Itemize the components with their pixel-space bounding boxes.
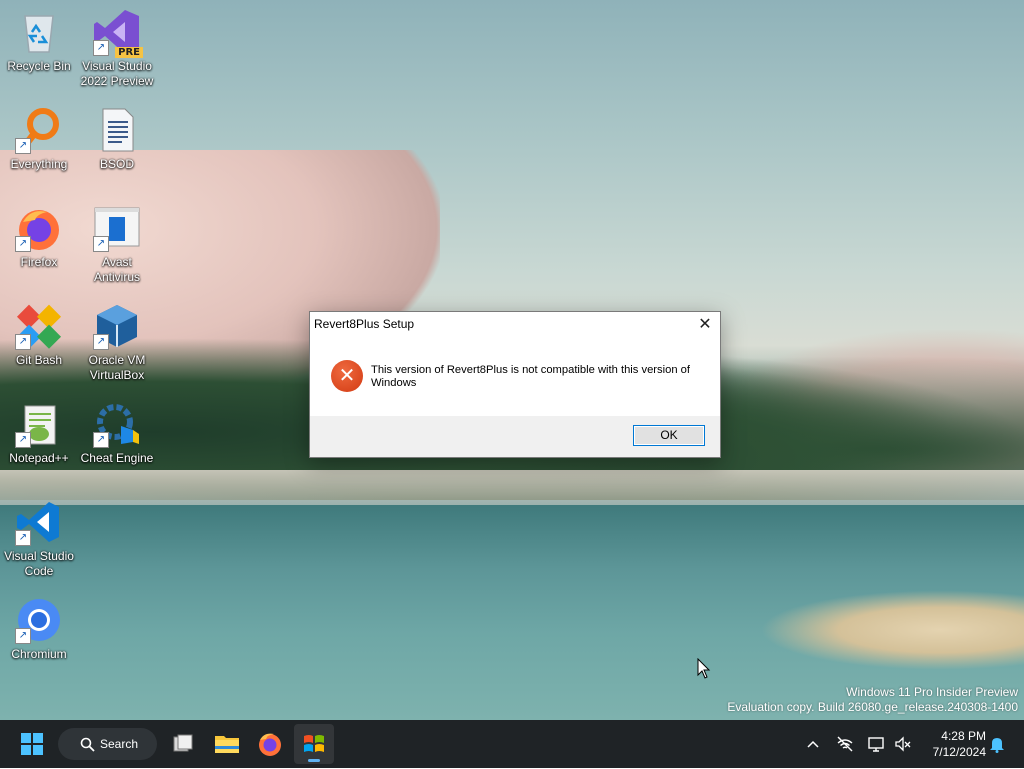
shortcut-arrow-icon: ↗	[15, 530, 31, 546]
recycle-bin-icon	[15, 8, 63, 56]
firefox-icon: ↗	[15, 204, 63, 252]
desktop-icon-visual-studio-code[interactable]: ↗ Visual Studio Code	[0, 498, 78, 579]
desktop-icon-label: Avast Antivirus	[93, 255, 140, 284]
desktop-icon-firefox[interactable]: ↗ Firefox	[0, 204, 78, 270]
shortcut-arrow-icon: ↗	[93, 432, 109, 448]
avast-icon: ↗	[93, 204, 141, 252]
desktop-icon-label: BSOD	[99, 157, 134, 171]
desktop-icon-bsod[interactable]: BSOD	[78, 106, 156, 172]
taskbar-search-box[interactable]: Search	[58, 728, 157, 760]
dialog-footer: OK	[310, 416, 720, 457]
speaker-muted-icon[interactable]	[893, 734, 913, 754]
active-app-indicator	[308, 759, 320, 762]
desktop-icon-visual-studio-2022-preview[interactable]: PRE ↗ Visual Studio 2022 Preview	[78, 8, 156, 89]
desktop-icon-label: Git Bash	[15, 353, 63, 367]
network-off-icon[interactable]	[835, 734, 855, 754]
desktop-icon-avast-antivirus[interactable]: ↗ Avast Antivirus	[78, 204, 156, 285]
document-icon	[93, 106, 141, 154]
dialog-titlebar[interactable]: Revert8Plus Setup ✕	[310, 312, 720, 338]
bell-icon[interactable]	[987, 734, 1007, 754]
desktop-icon-everything[interactable]: ↗ Everything	[0, 106, 78, 172]
desktop-icon-label: Recycle Bin	[7, 59, 71, 73]
ok-button[interactable]: OK	[633, 425, 705, 446]
visual-studio-preview-icon: PRE ↗	[93, 8, 143, 58]
clock-time: 4:28 PM	[941, 729, 986, 743]
desktop-icon-recycle-bin[interactable]: Recycle Bin	[0, 8, 78, 74]
shortcut-arrow-icon: ↗	[93, 334, 109, 350]
virtualbox-icon: ↗	[93, 302, 141, 350]
shortcut-arrow-icon: ↗	[15, 236, 31, 252]
mouse-pointer-icon	[697, 657, 711, 680]
desktop-icon-label: Visual Studio 2022 Preview	[80, 59, 154, 88]
desktop-icon-cheat-engine[interactable]: ↗ Cheat Engine	[78, 400, 156, 466]
magnifier-icon: ↗	[15, 106, 63, 154]
setup-app-icon[interactable]	[294, 724, 334, 764]
shortcut-arrow-icon: ↗	[15, 432, 31, 448]
watermark-build: Evaluation copy. Build 26080.ge_release.…	[727, 700, 1018, 714]
git-bash-icon: ↗	[15, 302, 63, 350]
shortcut-arrow-icon: ↗	[93, 40, 109, 56]
firefox-icon[interactable]	[250, 724, 290, 764]
desktop-icon-label: Cheat Engine	[80, 451, 154, 465]
display-icon[interactable]	[866, 734, 886, 754]
shortcut-arrow-icon: ↗	[93, 236, 109, 252]
desktop-icon-oracle-vm-virtualbox[interactable]: ↗ Oracle VM VirtualBox	[78, 302, 156, 383]
notepad-plus-plus-icon: ↗	[15, 400, 63, 448]
desktop-icon-label: Everything	[10, 157, 68, 171]
error-icon: ✕	[331, 360, 363, 392]
dialog-body: ✕ This version of Revert8Plus is not com…	[310, 338, 720, 415]
dialog-message: This version of Revert8Plus is not compa…	[371, 364, 690, 389]
dialog-title: Revert8Plus Setup	[314, 317, 415, 331]
task-view-icon[interactable]	[163, 724, 203, 764]
search-icon	[80, 737, 95, 752]
desktop-icon-label: Chromium	[11, 647, 67, 661]
shortcut-arrow-icon: ↗	[15, 628, 31, 644]
desktop-icon-git-bash[interactable]: ↗ Git Bash	[0, 302, 78, 368]
chevron-up-icon[interactable]	[803, 734, 823, 754]
taskbar-clock[interactable]: 4:28 PM 7/12/2024	[920, 728, 986, 760]
desktop-icon-notepad-plus-plus[interactable]: ↗ Notepad++	[0, 400, 78, 466]
wallpaper-reeds	[760, 590, 1024, 670]
shortcut-arrow-icon: ↗	[15, 138, 31, 154]
start-icon[interactable]	[12, 724, 52, 764]
search-label: Search	[100, 737, 139, 751]
shortcut-arrow-icon: ↗	[15, 334, 31, 350]
setup-error-dialog: Revert8Plus Setup ✕ ✕ This version of Re…	[309, 311, 721, 458]
taskbar: Search 4:28 PM 7/12/2024	[0, 720, 1024, 768]
cheat-engine-icon: ↗	[93, 400, 141, 448]
desktop-icon-label: Notepad++	[9, 451, 69, 465]
preview-badge: PRE	[115, 47, 143, 58]
file-explorer-icon[interactable]	[207, 724, 247, 764]
desktop-icon-chromium[interactable]: ↗ Chromium	[0, 596, 78, 662]
close-icon[interactable]: ✕	[690, 312, 720, 338]
vscode-icon: ↗	[15, 498, 63, 546]
clock-date: 7/12/2024	[932, 745, 986, 759]
evaluation-watermark: Windows 11 Pro Insider Preview Evaluatio…	[727, 685, 1018, 715]
desktop-icon-label: Firefox	[20, 255, 58, 269]
desktop-icon-label: Visual Studio Code	[4, 549, 74, 578]
desktop-icon-label: Oracle VM VirtualBox	[88, 353, 146, 382]
watermark-edition: Windows 11 Pro Insider Preview	[846, 685, 1018, 699]
chromium-icon: ↗	[15, 596, 63, 644]
